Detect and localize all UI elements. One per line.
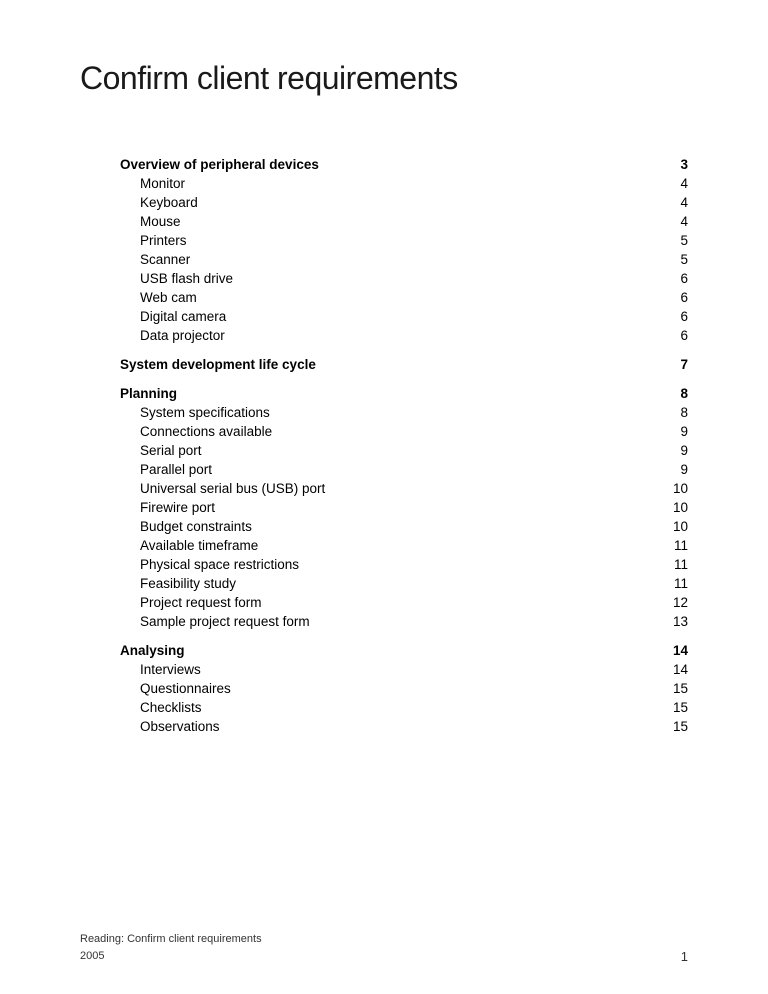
toc-item-0-4: Scanner5 [120,252,688,267]
toc-item-2-6: Budget constraints10 [120,519,688,534]
toc-item-page-3-3: 15 [668,719,688,734]
toc-item-label-3-0: Interviews [140,662,668,677]
toc-item-2-1: Connections available9 [120,424,688,439]
page-title: Confirm client requirements [80,60,688,97]
toc-item-label-2-10: Project request form [140,595,668,610]
toc-item-2-8: Physical space restrictions11 [120,557,688,572]
toc-section-label-0: Overview of peripheral devices [120,157,668,172]
toc-item-label-2-7: Available timeframe [140,538,668,553]
toc-item-2-2: Serial port9 [120,443,688,458]
toc-item-label-3-1: Questionnaires [140,681,668,696]
toc-item-page-0-4: 5 [668,252,688,267]
toc-item-label-0-8: Data projector [140,328,668,343]
toc-item-page-2-0: 8 [668,405,688,420]
toc-item-2-11: Sample project request form13 [120,614,688,629]
toc-item-0-1: Keyboard4 [120,195,688,210]
toc-item-2-3: Parallel port9 [120,462,688,477]
toc-item-label-3-3: Observations [140,719,668,734]
toc-item-3-3: Observations15 [120,719,688,734]
footer-page-number: 1 [681,949,688,964]
toc-item-3-1: Questionnaires15 [120,681,688,696]
toc-item-label-2-2: Serial port [140,443,668,458]
toc-item-page-2-1: 9 [668,424,688,439]
toc-item-label-2-5: Firewire port [140,500,668,515]
toc-item-0-0: Monitor4 [120,176,688,191]
toc-item-page-0-1: 4 [668,195,688,210]
toc-section-page-1: 7 [668,357,688,372]
toc-section-header-2: Planning8 [120,386,688,401]
toc-item-2-4: Universal serial bus (USB) port10 [120,481,688,496]
toc-item-label-2-8: Physical space restrictions [140,557,668,572]
toc-item-label-2-1: Connections available [140,424,668,439]
toc-item-0-7: Digital camera6 [120,309,688,324]
toc-item-label-0-6: Web cam [140,290,668,305]
toc-item-page-2-3: 9 [668,462,688,477]
toc-item-page-0-2: 4 [668,214,688,229]
toc-item-page-2-2: 9 [668,443,688,458]
toc-item-label-0-7: Digital camera [140,309,668,324]
toc-item-page-2-8: 11 [668,557,688,572]
toc-section-page-3: 14 [668,643,688,658]
toc-item-page-0-0: 4 [668,176,688,191]
toc-item-label-2-0: System specifications [140,405,668,420]
toc-item-0-3: Printers5 [120,233,688,248]
toc-item-3-2: Checklists15 [120,700,688,715]
toc-item-0-6: Web cam6 [120,290,688,305]
toc-section-header-1: System development life cycle7 [120,357,688,372]
page: Confirm client requirements Overview of … [0,0,768,994]
toc-item-page-2-9: 11 [668,576,688,591]
toc-item-0-5: USB flash drive6 [120,271,688,286]
footer-label: Reading: Confirm client requirements [80,931,262,948]
toc-item-page-0-7: 6 [668,309,688,324]
toc-item-label-0-0: Monitor [140,176,668,191]
toc-item-page-0-5: 6 [668,271,688,286]
toc-item-2-9: Feasibility study11 [120,576,688,591]
toc-item-0-8: Data projector6 [120,328,688,343]
footer-left: Reading: Confirm client requirements 200… [80,931,262,964]
toc-item-label-2-11: Sample project request form [140,614,668,629]
toc-item-label-0-1: Keyboard [140,195,668,210]
toc-section-page-0: 3 [668,157,688,172]
toc-section-label-2: Planning [120,386,668,401]
toc-item-page-3-0: 14 [668,662,688,677]
toc-item-label-3-2: Checklists [140,700,668,715]
toc-item-page-2-10: 12 [668,595,688,610]
toc-item-label-0-5: USB flash drive [140,271,668,286]
toc-item-label-2-6: Budget constraints [140,519,668,534]
toc-section-page-2: 8 [668,386,688,401]
toc-item-label-0-3: Printers [140,233,668,248]
toc-item-page-2-5: 10 [668,500,688,515]
footer-year: 2005 [80,948,262,965]
toc-item-label-0-2: Mouse [140,214,668,229]
toc-item-label-2-3: Parallel port [140,462,668,477]
toc-section-label-3: Analysing [120,643,668,658]
toc-item-2-0: System specifications8 [120,405,688,420]
toc-item-label-2-9: Feasibility study [140,576,668,591]
toc-item-page-2-4: 10 [668,481,688,496]
toc-item-page-0-8: 6 [668,328,688,343]
toc-item-page-3-2: 15 [668,700,688,715]
toc-item-page-2-11: 13 [668,614,688,629]
toc-section-label-1: System development life cycle [120,357,668,372]
toc-item-page-0-6: 6 [668,290,688,305]
toc-item-0-2: Mouse4 [120,214,688,229]
footer: Reading: Confirm client requirements 200… [80,931,688,964]
toc-item-2-7: Available timeframe11 [120,538,688,553]
toc-item-page-2-6: 10 [668,519,688,534]
toc-item-page-0-3: 5 [668,233,688,248]
toc-section-header-0: Overview of peripheral devices3 [120,157,688,172]
toc-section-header-3: Analysing14 [120,643,688,658]
table-of-contents: Overview of peripheral devices3Monitor4K… [120,157,688,734]
toc-item-label-0-4: Scanner [140,252,668,267]
toc-item-2-5: Firewire port10 [120,500,688,515]
toc-item-page-3-1: 15 [668,681,688,696]
toc-item-2-10: Project request form12 [120,595,688,610]
toc-item-3-0: Interviews14 [120,662,688,677]
toc-item-page-2-7: 11 [668,538,688,553]
toc-item-label-2-4: Universal serial bus (USB) port [140,481,668,496]
